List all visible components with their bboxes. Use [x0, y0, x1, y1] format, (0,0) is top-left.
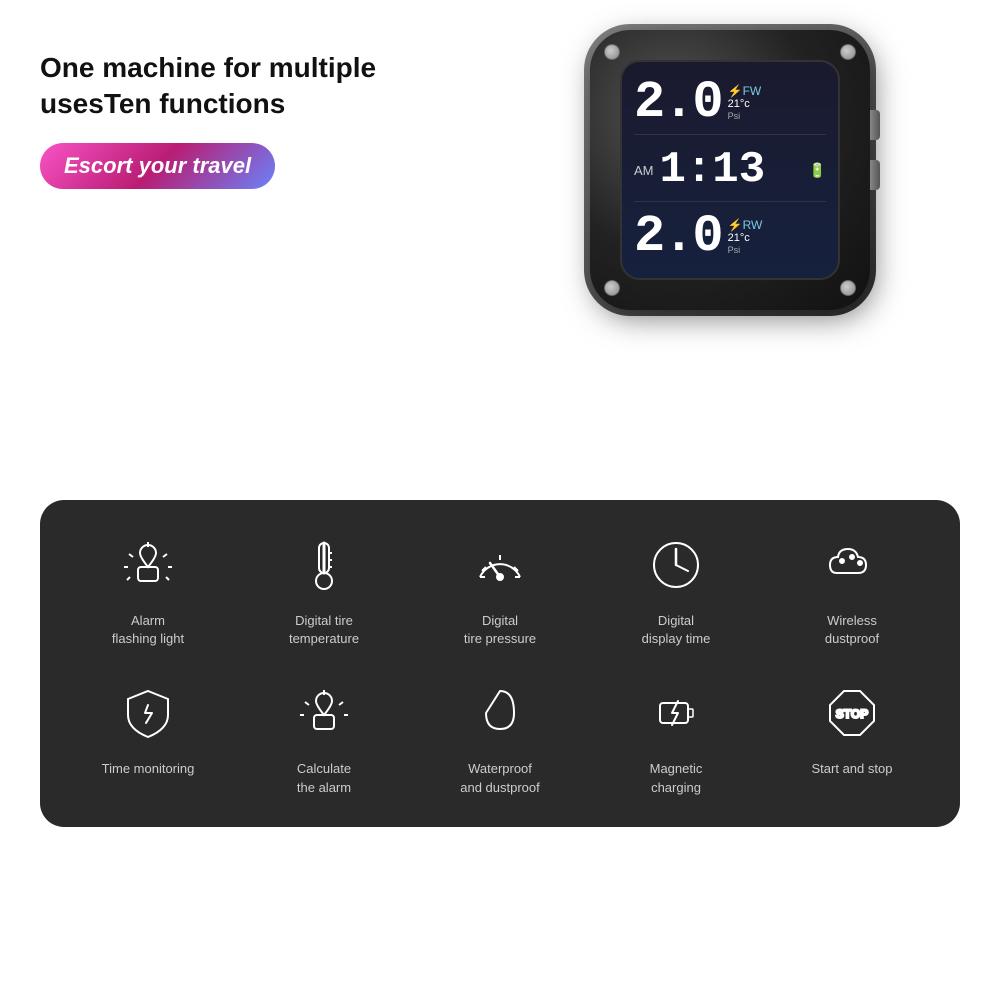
clock-svg: [646, 535, 706, 595]
top-screen-info: ⚡FW 21°c Psi: [728, 84, 762, 122]
feature-thermometer: Digital tiretemperature: [244, 530, 404, 648]
features-row-2: Time monitoring Calculatethe alarm: [60, 678, 940, 796]
am-label: AM: [634, 163, 654, 178]
cloud-icon: [817, 530, 887, 600]
heading-line1: One machine for multiple: [40, 52, 376, 83]
thermometer-icon: [289, 530, 359, 600]
top-pressure-value: 2.0: [634, 77, 722, 129]
thermometer-svg: [294, 535, 354, 595]
screen-row-top: 2.0 ⚡FW 21°c Psi: [634, 72, 826, 135]
screw-tr: [840, 44, 856, 60]
wireless-label: Wirelessdustproof: [825, 612, 879, 648]
heading-line2: usesTen functions: [40, 88, 285, 119]
bottom-temp: 21°c: [728, 232, 750, 245]
screw-br: [840, 280, 856, 296]
waterproof-label: Waterproofand dustproof: [460, 760, 540, 796]
battery-icon: 🔋: [809, 162, 826, 179]
rw-label: ⚡RW: [728, 218, 763, 232]
feature-charging: Magneticcharging: [596, 678, 756, 796]
water-icon: [465, 678, 535, 748]
side-button-bottom[interactable]: [870, 160, 880, 190]
top-unit: Psi: [728, 111, 741, 122]
alarm-light-icon: [113, 530, 183, 600]
bluetooth-fw: ⚡FW: [728, 84, 762, 98]
screw-tl: [604, 44, 620, 60]
water-svg: [470, 683, 530, 743]
stop-icon: STOP: [817, 678, 887, 748]
feature-wireless: Wirelessdustproof: [772, 530, 932, 648]
clock-icon: [641, 530, 711, 600]
feature-pressure: Digitaltire pressure: [420, 530, 580, 648]
features-panel: Alarmflashing light Digital tiretemperat…: [40, 500, 960, 827]
thermometer-label: Digital tiretemperature: [289, 612, 359, 648]
alarm-light-svg: [118, 535, 178, 595]
feature-waterproof: Waterproofand dustproof: [420, 678, 580, 796]
feature-clock: Digitaldisplay time: [596, 530, 756, 648]
alarm-light-label: Alarmflashing light: [112, 612, 184, 648]
feature-alarm-light: Alarmflashing light: [68, 530, 228, 648]
feature-alarm2: Calculatethe alarm: [244, 678, 404, 796]
svg-text:STOP: STOP: [836, 707, 868, 721]
bottom-pressure-value: 2.0: [634, 211, 722, 263]
device-image: 2.0 ⚡FW 21°c Psi AM 1:13 🔋: [500, 30, 960, 310]
shield-icon: [113, 678, 183, 748]
escort-badge: Escort your travel: [40, 143, 275, 189]
stop-svg: STOP: [822, 683, 882, 743]
shield-svg: [118, 683, 178, 743]
main-heading: One machine for multiple usesTen functio…: [40, 50, 500, 123]
shield-label: Time monitoring: [102, 760, 195, 778]
bottom-screen-info: ⚡RW 21°c Psi: [728, 218, 763, 256]
side-button-top[interactable]: [870, 110, 880, 140]
charge-svg: [646, 683, 706, 743]
stop-label: Start and stop: [812, 760, 893, 778]
feature-stop: STOP Start and stop: [772, 678, 932, 778]
top-section: One machine for multiple usesTen functio…: [0, 0, 1000, 500]
top-temp: 21°c: [728, 98, 750, 111]
charge-icon: [641, 678, 711, 748]
screw-bl: [604, 280, 620, 296]
cloud-svg: [822, 535, 882, 595]
clock-label: Digitaldisplay time: [642, 612, 711, 648]
features-row-1: Alarmflashing light Digital tiretemperat…: [60, 530, 940, 648]
alarm2-svg: [294, 683, 354, 743]
pressure-label: Digitaltire pressure: [464, 612, 536, 648]
left-text-area: One machine for multiple usesTen functio…: [40, 30, 500, 189]
gauge-svg: [470, 535, 530, 595]
screen-row-middle: AM 1:13 🔋: [634, 139, 826, 202]
device: 2.0 ⚡FW 21°c Psi AM 1:13 🔋: [590, 30, 870, 310]
charging-label: Magneticcharging: [650, 760, 703, 796]
bottom-unit: Psi: [728, 245, 741, 256]
feature-shield: Time monitoring: [68, 678, 228, 778]
device-screen: 2.0 ⚡FW 21°c Psi AM 1:13 🔋: [620, 60, 840, 280]
bottom-container: Alarmflashing light Digital tiretemperat…: [0, 500, 1000, 847]
screen-row-bottom: 2.0 ⚡RW 21°c Psi: [634, 206, 826, 268]
time-display: 1:13: [660, 145, 766, 195]
alarm2-icon: [289, 678, 359, 748]
alarm2-label: Calculatethe alarm: [297, 760, 351, 796]
middle-row-content: AM 1:13 🔋: [634, 145, 826, 195]
gauge-icon: [465, 530, 535, 600]
